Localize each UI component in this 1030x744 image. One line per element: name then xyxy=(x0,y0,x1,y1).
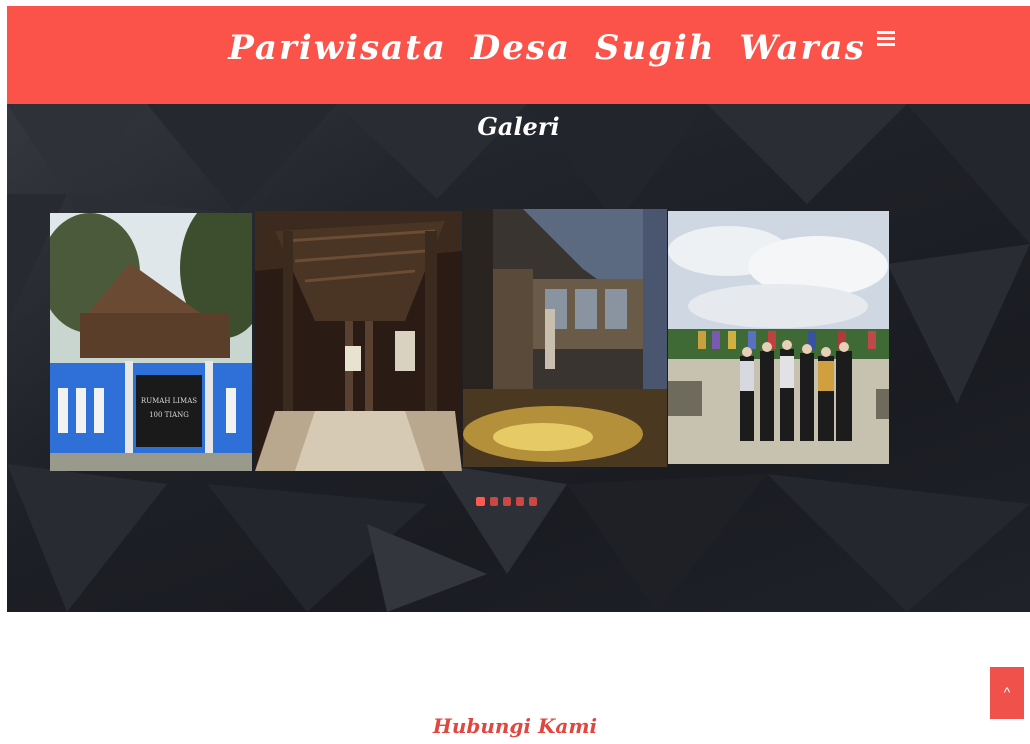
chevron-up-icon: ^ xyxy=(1003,684,1011,700)
slide-image xyxy=(255,211,462,471)
hamburger-icon[interactable] xyxy=(873,28,899,50)
navbar: Pariwisata Desa Sugih Waras xyxy=(7,6,1030,104)
gallery-slide-1[interactable]: RUMAH LIMAS 100 TIANG xyxy=(50,213,252,471)
menu-bar xyxy=(877,37,895,40)
contact-section-title: Hubungi Kami xyxy=(432,714,598,738)
page: Pariwisata Desa Sugih Waras Galeri RUMAH… xyxy=(0,0,1030,744)
gallery-slide-2[interactable] xyxy=(255,211,462,471)
menu-bar xyxy=(877,31,895,34)
carousel-dot-2[interactable] xyxy=(490,497,498,506)
gallery-slide-4[interactable] xyxy=(668,211,889,464)
menu-bar xyxy=(877,43,895,46)
slide-image xyxy=(463,209,667,467)
gallery-title: Galeri xyxy=(477,112,560,141)
carousel-dot-1[interactable] xyxy=(476,497,485,506)
scroll-to-top-button[interactable]: ^ xyxy=(990,667,1024,719)
gallery-slide-3[interactable] xyxy=(463,209,667,467)
sign-text-line2: 100 TIANG xyxy=(149,411,189,419)
slide-image: RUMAH LIMAS 100 TIANG xyxy=(50,213,252,471)
carousel-dot-5[interactable] xyxy=(529,497,537,506)
sign-text-line1: RUMAH LIMAS xyxy=(141,397,197,405)
carousel-dot-3[interactable] xyxy=(503,497,511,506)
carousel-dots xyxy=(476,493,542,506)
slide-image xyxy=(668,211,889,464)
gallery-section: Galeri RUMAH LIMAS 100 TIANG xyxy=(7,104,1030,612)
carousel-dot-4[interactable] xyxy=(516,497,524,506)
